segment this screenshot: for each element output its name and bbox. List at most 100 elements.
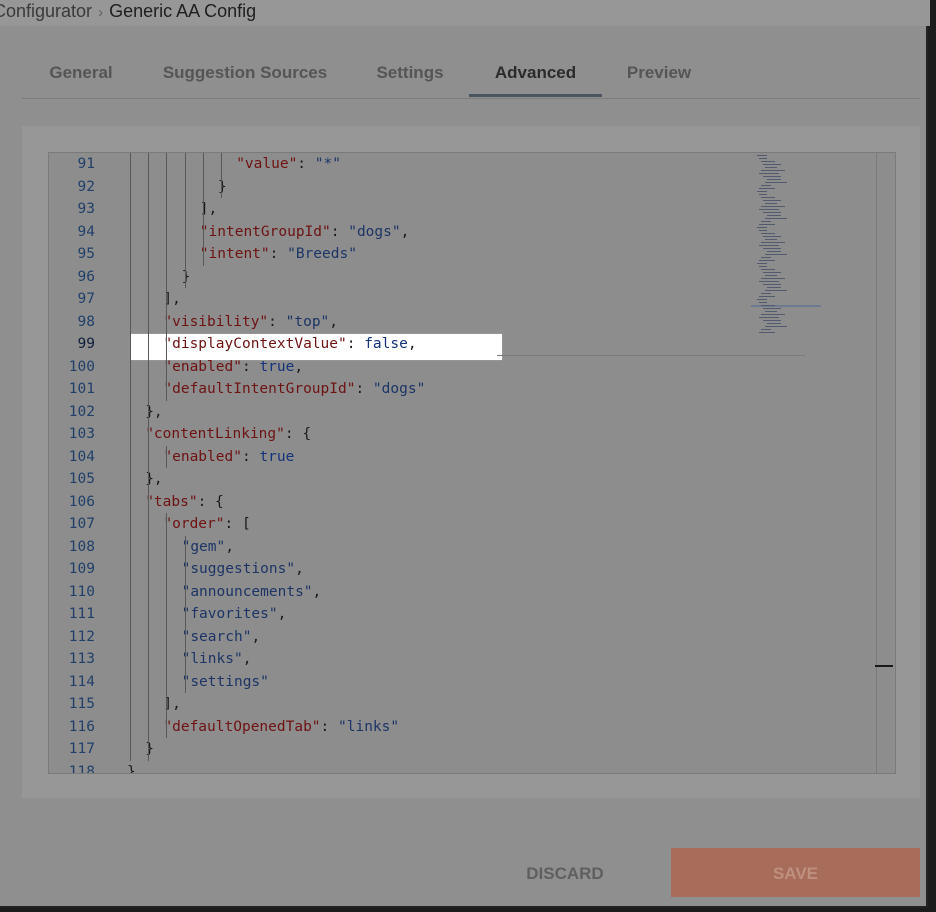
code-token: "settings" [181,673,269,690]
indent-guide [148,153,150,761]
code-token: : [268,313,286,330]
discard-button[interactable]: DISCARD [500,850,630,896]
minimap-line [759,266,767,267]
code-token: "value" [236,156,298,172]
line-number: 105 [68,471,95,487]
code-line[interactable]: } [145,738,154,761]
code-token: : [241,448,260,465]
code-area[interactable]: "value": "*"}], "intentGroupId": "dogs", "… [127,153,805,773]
minimap-line [763,200,781,201]
code-token: : { [284,426,312,442]
line-number: 111 [68,606,95,622]
minimap-line [763,308,781,309]
line-number: 95 [77,246,95,262]
minimap-line [761,197,775,198]
code-line[interactable]: "intentGroupId": "dogs", [200,221,410,244]
minimap-line [759,158,767,159]
code-line[interactable]: "enabled": true [163,446,294,469]
code-line[interactable]: "defaultIntentGroupId": "dogs" [163,378,425,401]
code-line[interactable]: "settings" [182,671,269,694]
code-line[interactable]: "intent": "Breeds" [200,243,357,266]
code-line[interactable]: }, [127,761,144,774]
code-token: : [320,718,338,735]
code-token: : [355,381,373,397]
line-number: 104 [68,448,95,465]
code-line[interactable]: } [218,176,227,199]
minimap-line [765,290,787,291]
editor-scrollbar[interactable] [875,153,895,773]
minimap-line [763,212,781,213]
minimap-line [763,272,781,273]
code-line[interactable]: "gem", [182,536,234,559]
minimap-line [761,269,775,270]
minimap-line [759,296,775,297]
minimap-line [761,242,785,243]
minimap-line [759,188,775,189]
line-number: 91 [77,156,95,172]
code-token: "intent" [199,246,270,262]
code-line[interactable]: "search", [182,626,261,649]
minimap-line [757,299,767,300]
minimap-line [759,302,767,303]
code-token: "favorites" [181,606,278,622]
code-token: "announcements" [181,583,313,600]
minimap-line [763,236,781,237]
code-line[interactable]: "contentLinking": { [145,423,311,446]
indent-guide [166,153,168,401]
save-button[interactable]: SAVE [671,848,920,897]
line-number: 110 [68,583,95,600]
tab-preview[interactable]: Preview [622,50,696,96]
code-line[interactable]: "enabled": true, [163,356,303,379]
code-token: , [295,561,304,577]
code-line[interactable]: "order": [ [163,513,250,536]
line-number-gutter: 91 92 93 94 95 96 97 98 99 100 101 102 103 104 105 106 1… [49,153,99,773]
minimap-line [765,182,787,183]
code-token: "links" [181,651,243,667]
line-number: 117 [68,741,95,757]
code-token: , [407,336,417,352]
code-line[interactable]: "announcements", [182,581,322,604]
tab-bar: General Suggestion Sources Settings Adva… [22,50,920,99]
breadcrumb-root-link[interactable]: Configurator [0,1,92,21]
code-token: "dogs" [372,381,426,397]
code-line[interactable]: "value": "*" [236,153,341,176]
code-line[interactable]: "visibility": "top", [163,311,338,334]
line-number: 102 [68,403,95,420]
tab-general[interactable]: General [48,50,114,96]
code-line[interactable]: "tabs": { [145,491,224,514]
code-line[interactable]: "links", [182,648,252,671]
minimap-line [761,170,785,171]
code-token: , [251,628,261,645]
code-line[interactable]: "favorites", [182,603,287,626]
code-token: , [242,651,252,667]
active-tab-indicator [469,94,602,97]
code-token: "enabled" [163,448,242,465]
tab-suggestion-sources[interactable]: Suggestion Sources [162,50,328,96]
minimap-line [765,326,787,327]
line-number: 94 [77,223,95,240]
code-token: "gem" [181,538,226,555]
code-token: } [181,268,191,285]
minimap-line [759,209,779,210]
code-token: "contentLinking" [145,426,285,442]
minimap-line [761,161,775,162]
tab-settings[interactable]: Settings [374,50,446,96]
line-number: 118 [68,763,95,774]
code-line[interactable]: } [182,266,191,289]
code-line[interactable]: "suggestions", [182,558,304,581]
code-token: , [400,223,410,240]
code-token: "tabs" [145,493,198,510]
minimap-line [767,287,781,288]
json-code-editor[interactable]: 91 92 93 94 95 96 97 98 99 100 101 102 103 104 105 106 1… [48,152,896,774]
editor-minimap[interactable] [751,155,821,337]
code-line[interactable]: "defaultOpenedTab": "links" [163,716,399,739]
indent-guide [221,153,222,198]
line-number: 106 [68,493,95,510]
line-number: 103 [68,426,95,442]
tab-advanced[interactable]: Advanced [469,50,602,96]
code-token: } [145,741,154,757]
code-token: "visibility" [163,313,269,330]
minimap-line [763,320,781,321]
scrollbar-thumb[interactable] [875,665,893,667]
code-line[interactable]: "displayContextValue": false, [163,333,416,356]
